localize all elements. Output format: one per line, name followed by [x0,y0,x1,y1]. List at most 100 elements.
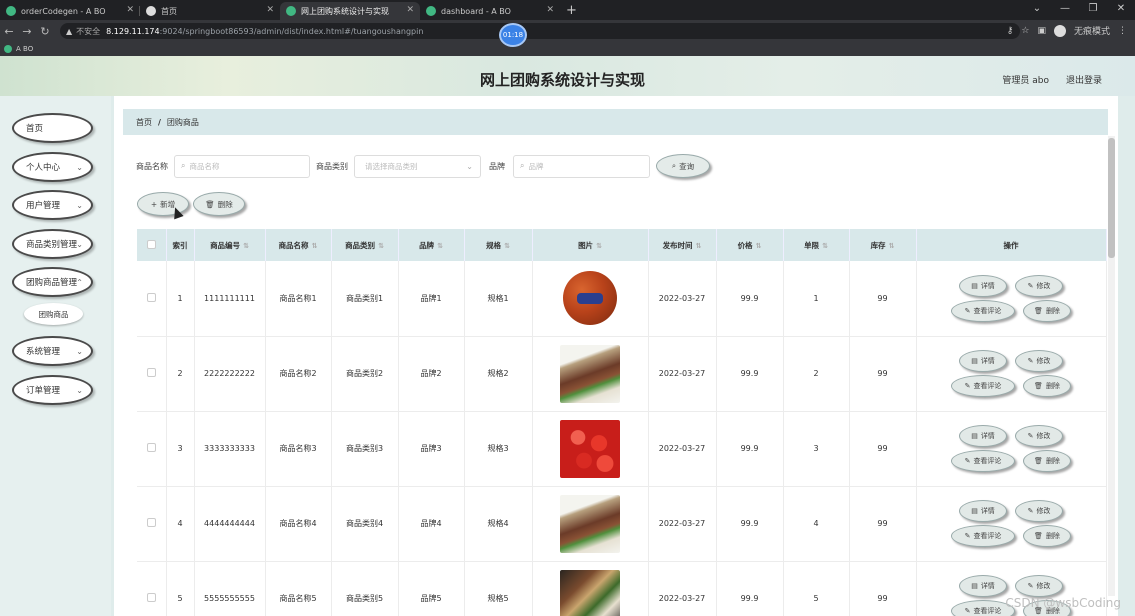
chevron-down-icon[interactable]: ⌄ [1023,0,1051,20]
scrollbar-thumb[interactable] [1108,138,1115,258]
sort-icon[interactable]: ⇅ [596,242,602,250]
new-tab-button[interactable]: + [566,3,577,18]
batch-delete-button[interactable]: 🗑 删除 [193,192,245,216]
sidepanel-icon[interactable]: ▣ [1037,26,1046,36]
sort-icon[interactable]: ⇅ [243,242,249,250]
search-button[interactable]: ⌕ 查询 [656,154,710,178]
column-header[interactable]: 规格 ⇅ [464,229,533,261]
category-select[interactable]: 请选择商品类别 ⌄ [354,154,481,178]
edit-button[interactable]: ✎ 修改 [1015,425,1063,447]
url-field[interactable]: ▲ 不安全 8.129.11.174 :9024/springboot86593… [60,23,1020,39]
restore-icon[interactable]: ❐ [1079,0,1107,20]
browser-tab[interactable]: dashboard - A BO ✕ [420,2,560,20]
column-header[interactable]: 价格 ⇅ [716,229,784,261]
product-image[interactable] [560,419,620,478]
product-image[interactable] [563,271,617,326]
reload-icon[interactable]: ↻ [36,25,54,38]
sort-icon[interactable]: ⇅ [889,242,895,250]
detail-button[interactable]: ▤ 详情 [959,350,1007,372]
sidebar-item-system[interactable]: 系统管理 ⌄ [12,336,93,366]
column-header[interactable]: 商品名称 ⇅ [265,229,332,261]
sort-icon[interactable]: ⇅ [696,242,702,250]
column-header[interactable]: 图片 ⇅ [532,229,649,261]
sidebar-item-profile[interactable]: 个人中心 ⌄ [12,152,93,182]
incognito-icon[interactable] [1053,24,1066,37]
back-icon[interactable]: ← [0,25,18,38]
browser-tab[interactable]: 首页 ✕ [140,2,280,20]
view-review-button[interactable]: ✎ 查看评论 [951,375,1015,397]
row-select-cell[interactable] [137,411,167,487]
detail-button[interactable]: ▤ 详情 [959,575,1007,597]
row-select-cell[interactable] [137,336,167,412]
row-checkbox[interactable] [146,443,156,452]
column-header-label: 索引 [172,240,188,250]
view-review-button[interactable]: ✎ 查看评论 [951,450,1015,472]
browser-tab[interactable]: orderCodegen - A BO ✕ [0,2,140,20]
edit-icon: ✎ [1027,582,1034,590]
detail-button[interactable]: ▤ 详情 [959,425,1007,447]
sidebar-item-groupbuy[interactable]: 团购商品管理 ⌃ [12,267,93,297]
brand-search-input[interactable]: ⌕ 品牌 [513,154,650,178]
row-checkbox[interactable] [146,593,156,602]
row-checkbox[interactable] [146,292,156,302]
sort-icon[interactable]: ⇅ [504,242,510,250]
sidebar-item-orders[interactable]: 订单管理 ⌄ [12,375,93,405]
sidebar-item-home[interactable]: 首页 [12,113,93,143]
row-select-cell[interactable] [137,486,167,562]
name-search-input[interactable]: ⌕ 商品名称 [174,154,310,178]
menu-icon[interactable]: ⋮ [1118,26,1127,36]
star-icon[interactable]: ☆ [1021,26,1029,36]
edit-button[interactable]: ✎ 修改 [1015,350,1063,372]
cell-brand: 品牌1 [398,261,465,337]
close-icon[interactable]: ✕ [546,5,554,15]
row-select-cell[interactable] [137,561,167,616]
row-delete-button[interactable]: 🗑 删除 [1023,525,1071,547]
breadcrumb-home[interactable]: 首页 [136,117,152,128]
sort-icon[interactable]: ⇅ [822,242,828,250]
column-header[interactable]: 单限 ⇅ [783,229,850,261]
close-icon[interactable]: ✕ [266,5,274,15]
select-all-checkbox[interactable] [146,239,156,249]
row-checkbox[interactable] [146,518,156,527]
sidebar-item-category[interactable]: 商品类别管理 ⌄ [12,229,93,259]
edit-button[interactable]: ✎ 修改 [1015,500,1063,522]
column-header[interactable]: 商品类别 ⇅ [331,229,399,261]
cell-index: 3 [166,411,195,487]
search-icon: ⌕ [181,161,186,170]
sidebar-subitem-groupbuy-goods[interactable]: 团购商品 [24,303,83,325]
logout-link[interactable]: 退出登录 [1066,73,1102,86]
column-header[interactable]: 商品编号 ⇅ [194,229,266,261]
forward-icon[interactable]: → [18,25,36,38]
detail-button[interactable]: ▤ 详情 [959,500,1007,522]
sort-icon[interactable]: ⇅ [378,242,384,250]
key-icon[interactable]: ⚷ [1007,26,1014,36]
column-header[interactable]: 品牌 ⇅ [398,229,465,261]
select-all-header[interactable] [137,229,167,261]
row-delete-button[interactable]: 🗑 删除 [1023,450,1071,472]
close-window-icon[interactable]: ✕ [1107,0,1135,20]
product-image[interactable] [560,344,620,403]
bookmark-item[interactable]: A BO [16,45,33,53]
sort-icon[interactable]: ⇅ [756,242,762,250]
close-icon[interactable]: ✕ [406,5,414,15]
browser-tab-active[interactable]: 网上团购系统设计与实现 ✕ [280,2,420,20]
edit-button[interactable]: ✎ 修改 [1015,274,1063,297]
row-select-cell[interactable] [137,261,167,337]
view-review-button[interactable]: ✎ 查看评论 [951,299,1015,322]
sort-icon[interactable]: ⇅ [312,242,318,250]
edit-button[interactable]: ✎ 修改 [1015,575,1063,597]
row-delete-button[interactable]: 🗑 删除 [1023,299,1071,322]
product-image[interactable] [560,569,620,616]
view-review-button[interactable]: ✎ 查看评论 [951,525,1015,547]
minimize-icon[interactable]: — [1051,0,1079,20]
product-image[interactable] [560,494,620,553]
column-header[interactable]: 库存 ⇅ [849,229,917,261]
column-header[interactable]: 发布时间 ⇅ [648,229,717,261]
sidebar: 首页 个人中心 ⌄ 用户管理 ⌄ 商品类别管理 ⌄ 团购商品管理 ⌃ 团购商品 系统管理… [0,96,111,616]
close-icon[interactable]: ✕ [126,5,134,15]
row-checkbox[interactable] [146,368,156,377]
sort-icon[interactable]: ⇅ [437,242,443,250]
detail-button[interactable]: ▤ 详情 [959,274,1007,297]
sidebar-item-users[interactable]: 用户管理 ⌄ [12,190,93,220]
row-delete-button[interactable]: 🗑 删除 [1023,375,1071,397]
